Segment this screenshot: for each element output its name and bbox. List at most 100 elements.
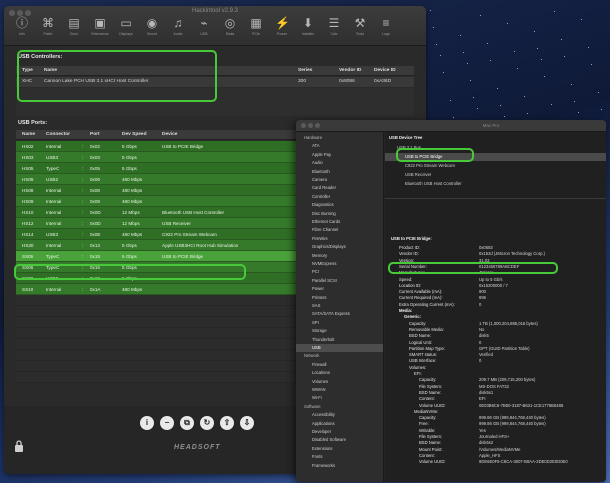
detail-value: Yes: [479, 427, 486, 433]
port-row[interactable]: HS05 TypeC 0x05 5 Gbps:: [16, 163, 322, 174]
info-minimize-button[interactable]: [308, 123, 313, 128]
sidebar-item-diagnostics[interactable]: Diagnostics: [296, 201, 383, 209]
toolbar-item-calc[interactable]: ☰ Calc: [322, 16, 346, 44]
sidebar-item-firewall[interactable]: Firewall: [296, 361, 383, 369]
sidebar-item-disc-burning[interactable]: Disc Burning: [296, 210, 383, 218]
toolbar-item-patch[interactable]: ⌘ Patch: [36, 16, 60, 44]
port-row[interactable]: HS30 Internal 0x13 5 Gbps Apple USB3HCI Root…: [16, 240, 322, 251]
sidebar-item-parallel-scsi[interactable]: Parallel SCSI: [296, 277, 383, 285]
sidebar-item-ethernet-cards[interactable]: Ethernet Cards: [296, 218, 383, 226]
sidebar-item-printers[interactable]: Printers: [296, 294, 383, 302]
sidebar-item-apple-pay[interactable]: Apple Pay: [296, 151, 383, 159]
pane-divider[interactable]: [385, 198, 606, 199]
toolbar-item-tools[interactable]: ⚒ Tools: [348, 16, 372, 44]
sidebar-item-wi-fi[interactable]: Wi-Fi: [296, 394, 383, 402]
port-row[interactable]: SS10 Internal 0x1A 480 Mbps:: [16, 284, 322, 295]
col-port[interactable]: Port: [90, 132, 100, 137]
port-row[interactable]: HS09 Internal 0x09 480 Mbps:: [16, 196, 322, 207]
sidebar-item-disabled-software[interactable]: Disabled Software: [296, 436, 383, 444]
detail-key: EFI:: [414, 371, 422, 376]
sidebar-item-card-reader[interactable]: Card Reader: [296, 184, 383, 192]
port-row[interactable]: HS12 Internal 0x0D 12 Mbps USB Receiver:: [16, 218, 322, 229]
toolbar-item-extensions[interactable]: ▣ Extensions: [88, 16, 112, 44]
col-series[interactable]: Series: [298, 68, 312, 73]
port-row[interactable]: SS05 TypeC 0x15 5 Gbps USB to PCIE Bridge:: [16, 251, 322, 262]
sidebar-item-locations[interactable]: Locations: [296, 369, 383, 377]
sidebar-item-thunderbolt[interactable]: Thunderbolt: [296, 336, 383, 344]
sidebar-item-extensions[interactable]: Extensions: [296, 445, 383, 453]
sidebar-item-applications[interactable]: Applications: [296, 420, 383, 428]
port-row[interactable]: HS02 Internal 0x02 5 Gbps USB to PCIE Bridge…: [16, 141, 322, 152]
sidebar-item-volumes[interactable]: Volumes: [296, 378, 383, 386]
col-port-name[interactable]: Name: [22, 132, 35, 137]
star: [430, 10, 431, 11]
refresh-icon[interactable]: ↻: [200, 416, 214, 430]
toolbar-item-logs[interactable]: ≡ Logs: [374, 16, 398, 44]
export-icon[interactable]: ⇧: [220, 416, 234, 430]
sidebar-item-pci[interactable]: PCI: [296, 268, 383, 276]
device-tree-item[interactable]: USB Receiver: [385, 171, 606, 179]
logs-icon: ≡: [382, 16, 390, 30]
sidebar-item-network[interactable]: Network: [296, 352, 383, 360]
toolbar-item-power[interactable]: ⚡ Power: [270, 16, 294, 44]
sidebar-item-software[interactable]: Software: [296, 403, 383, 411]
toolbar-item-usb[interactable]: ⌁ USB: [192, 16, 216, 44]
port-row[interactable]: HS14 USB3 0x0E 480 Mbps C922 Pro Stream Webc…: [16, 229, 322, 240]
toolbar-item-pcie[interactable]: ▦ PCIe: [244, 16, 268, 44]
info-icon[interactable]: i: [140, 416, 154, 430]
sidebar-item-developer[interactable]: Developer: [296, 428, 383, 436]
system-information-window: Mac Pro Hardware ATA Apple Pay Audio Bluetoo…: [296, 120, 606, 482]
port-row[interactable]: HS06 USB2 0x06 480 Mbps:: [16, 174, 322, 185]
col-vendor-id[interactable]: Vendor ID: [339, 68, 361, 73]
sidebar-item-fibre-channel[interactable]: Fibre Channel: [296, 226, 383, 234]
sidebar-item-memory[interactable]: Memory: [296, 252, 383, 260]
sidebar-item-sata-sata-express[interactable]: SATA/SATA Express: [296, 310, 383, 318]
minus-icon[interactable]: −: [160, 416, 174, 430]
info-close-button[interactable]: [301, 123, 306, 128]
sidebar-item-power[interactable]: Power: [296, 285, 383, 293]
sidebar-item-accessibility[interactable]: Accessibility: [296, 411, 383, 419]
port-row[interactable]: HS08 Internal 0x08 480 Mbps:: [16, 185, 322, 196]
toolbar-item-disks[interactable]: ◎ Disks: [218, 16, 242, 44]
col-dev-speed[interactable]: Dev Speed: [122, 132, 147, 137]
import-icon[interactable]: ⇩: [240, 416, 254, 430]
col-device[interactable]: Device: [162, 132, 177, 137]
star: [534, 31, 535, 32]
usb-icon: ⌁: [200, 16, 208, 30]
toolbar-item-audio[interactable]: ♫ Audio: [166, 16, 190, 44]
copy-icon[interactable]: ⧉: [180, 416, 194, 430]
sidebar-item-wwan[interactable]: WWAN: [296, 386, 383, 394]
detail-key: BSD Name:: [409, 333, 432, 339]
port-name: HS10: [22, 210, 34, 215]
sidebar-item-storage[interactable]: Storage: [296, 327, 383, 335]
toolbar-item-sound[interactable]: ◉ Sound: [140, 16, 164, 44]
toolbar-item-boot[interactable]: ▤ Boot: [62, 16, 86, 44]
sidebar-item-audio[interactable]: Audio: [296, 159, 383, 167]
sidebar-item-hardware[interactable]: Hardware: [296, 134, 383, 142]
sidebar-item-sas[interactable]: SAS: [296, 302, 383, 310]
sidebar-item-spi[interactable]: SPI: [296, 319, 383, 327]
device-tree-item[interactable]: Bluetooth USB Host Controller: [385, 180, 606, 188]
col-device-id[interactable]: Device ID: [374, 68, 396, 73]
sidebar-item-fonts[interactable]: Fonts: [296, 453, 383, 461]
info-zoom-button[interactable]: [315, 123, 320, 128]
detail-key: USB Interface:: [409, 358, 437, 364]
toolbar-label: Power: [277, 32, 287, 36]
col-connector[interactable]: Connector: [46, 132, 70, 137]
sidebar-item-controller[interactable]: Controller: [296, 193, 383, 201]
sidebar-item-graphics-displays[interactable]: Graphics/Displays: [296, 243, 383, 251]
toolbar-item-installer[interactable]: ⬇ Installer: [296, 16, 320, 44]
sidebar-item-frameworks[interactable]: Frameworks: [296, 462, 383, 470]
sidebar-item-firewire[interactable]: FireWire: [296, 235, 383, 243]
toolbar-item-info[interactable]: ⓘ Info: [10, 16, 34, 44]
port-row[interactable]: HS03 USB3 0x03 5 Gbps:: [16, 152, 322, 163]
device-tree-item[interactable]: C922 Pro Stream Webcam: [385, 162, 606, 170]
sidebar-item-usb[interactable]: USB: [296, 344, 383, 352]
sidebar-item-camera[interactable]: Camera: [296, 176, 383, 184]
toolbar-item-displays[interactable]: ▭ Displays: [114, 16, 138, 44]
sidebar-item-bluetooth[interactable]: Bluetooth: [296, 168, 383, 176]
lock-icon[interactable]: [14, 440, 24, 452]
sidebar-item-nvmexpress[interactable]: NVMExpress: [296, 260, 383, 268]
sidebar-item-ata[interactable]: ATA: [296, 142, 383, 150]
port-row[interactable]: HS10 Internal 0x0D 12 Mbps Bluetooth USB Hos…: [16, 207, 322, 218]
